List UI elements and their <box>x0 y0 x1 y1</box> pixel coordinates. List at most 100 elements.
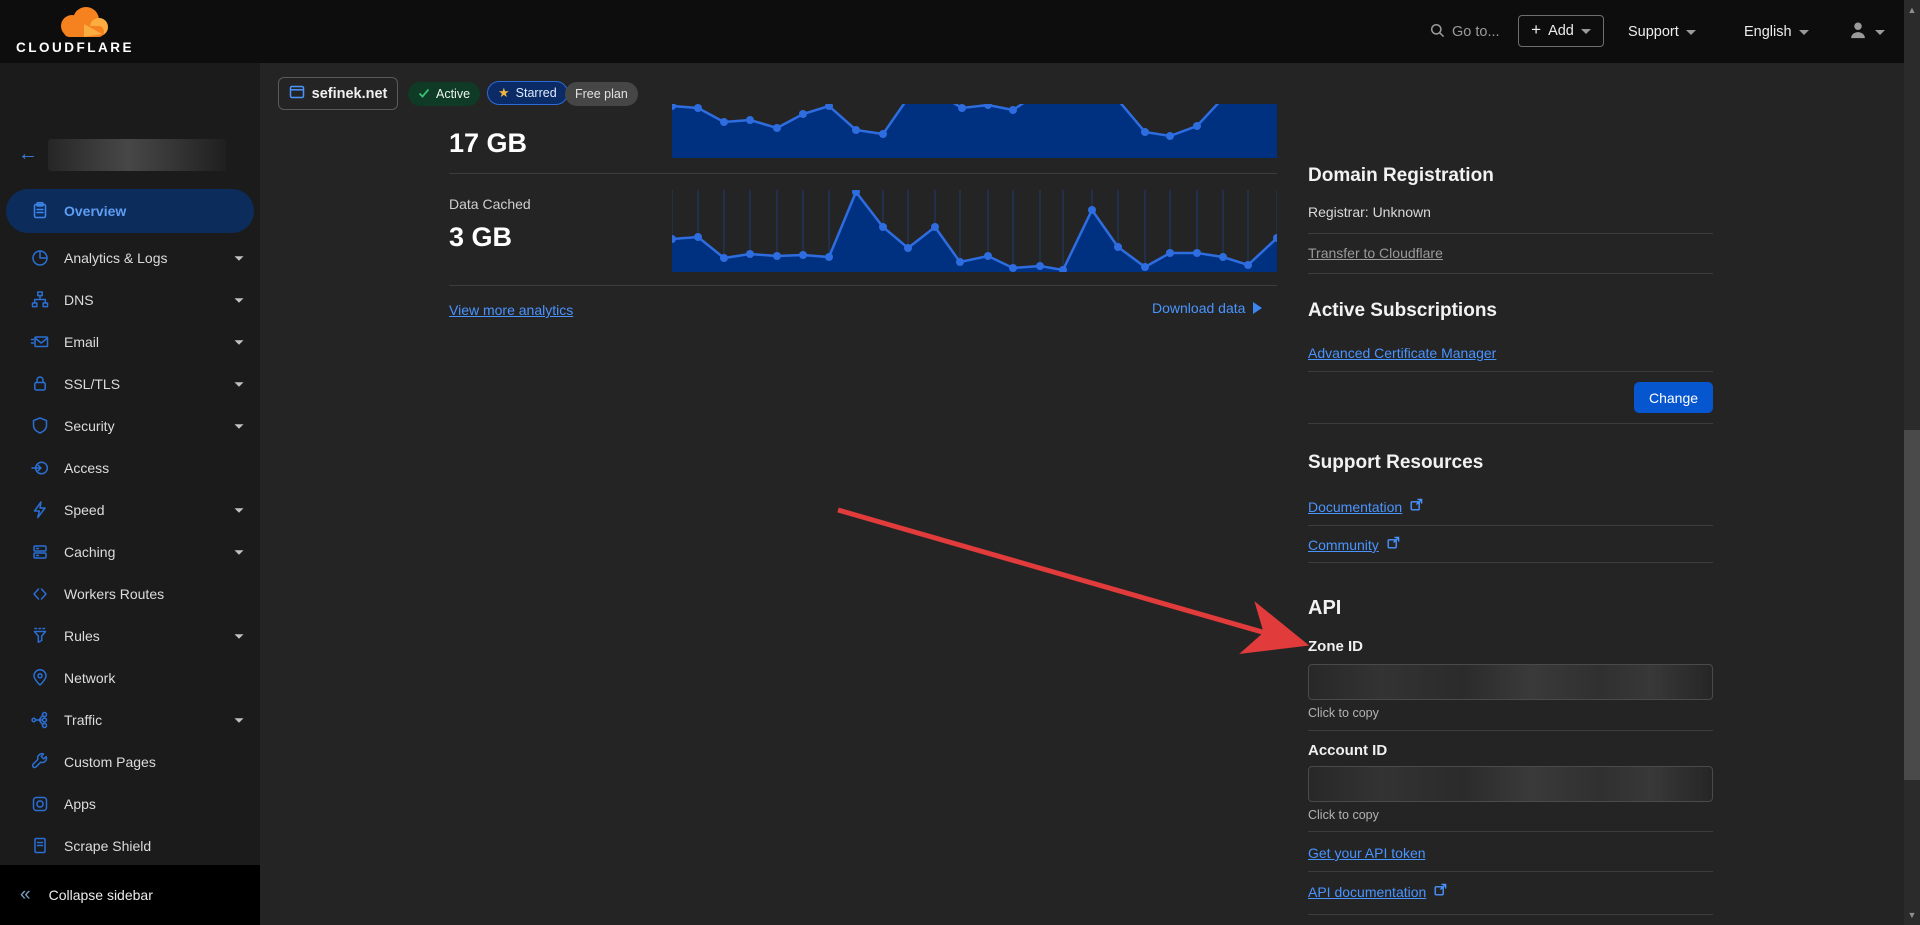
support-menu[interactable]: Support <box>1628 16 1696 48</box>
sidebar-item-dns[interactable]: DNS <box>0 279 260 321</box>
advanced-certificate-manager-link[interactable]: Advanced Certificate Manager <box>1308 345 1496 361</box>
scrollbar-thumb[interactable] <box>1904 430 1920 780</box>
change-button[interactable]: Change <box>1634 382 1713 413</box>
add-label: Add <box>1548 23 1574 39</box>
starred-badge[interactable]: ★ Starred <box>487 81 568 105</box>
sidebar-item-analytics-logs[interactable]: Analytics & Logs <box>0 237 260 279</box>
cloudflare-dashboard: CLOUDFLARE Go to... + Add Support Englis… <box>0 0 1920 925</box>
documentation-link[interactable]: Documentation <box>1308 498 1423 516</box>
domain-name: sefinek.net <box>312 86 388 102</box>
scrollbar-down-arrow[interactable]: ▼ <box>1906 910 1918 920</box>
view-more-analytics-link[interactable]: View more analytics <box>449 302 573 318</box>
external-link-icon <box>1387 536 1400 554</box>
scrape-shield-icon <box>30 836 50 856</box>
collapse-sidebar-button[interactable]: « Collapse sidebar <box>0 865 260 925</box>
analytics-icon <box>30 248 50 268</box>
sidebar-item-label: Overview <box>64 203 126 219</box>
data-cached-area-chart <box>672 190 1277 272</box>
domain-registration-heading: Domain Registration <box>1308 165 1494 187</box>
sidebar-item-email[interactable]: Email <box>0 321 260 363</box>
plan-badge: Free plan <box>565 82 638 106</box>
divider <box>449 173 1277 174</box>
brand-text: CLOUDFLARE <box>16 40 134 55</box>
email-icon <box>30 332 50 352</box>
support-resources-heading: Support Resources <box>1308 452 1483 474</box>
sidebar-item-workers-routes[interactable]: Workers Routes <box>0 573 260 615</box>
sidebar-item-custom-pages[interactable]: Custom Pages <box>0 741 260 783</box>
network-icon <box>30 668 50 688</box>
divider <box>1308 233 1713 234</box>
download-data-link[interactable]: Download data <box>1152 300 1262 316</box>
chevron-down-icon <box>235 382 244 387</box>
security-icon <box>30 416 50 436</box>
chevron-down-icon <box>235 508 244 513</box>
sidebar-menu: Overview Analytics & LogsDNS Email SSL/TLS S… <box>0 189 260 865</box>
sidebar-item-speed[interactable]: Speed <box>0 489 260 531</box>
traffic-icon <box>30 710 50 730</box>
add-button[interactable]: + Add <box>1518 15 1604 47</box>
get-api-token-link[interactable]: Get your API token <box>1308 845 1426 861</box>
sidebar-item-apps[interactable]: Apps <box>0 783 260 825</box>
ssl-icon <box>30 374 50 394</box>
sidebar-item-overview[interactable]: Overview <box>6 189 254 233</box>
divider <box>1308 273 1713 274</box>
transfer-to-cloudflare-link[interactable]: Transfer to Cloudflare <box>1308 245 1443 261</box>
chevron-down-icon <box>1875 30 1885 35</box>
check-icon <box>418 87 430 102</box>
go-to-search[interactable]: Go to... <box>1430 16 1500 48</box>
account-id-label: Account ID <box>1308 742 1387 759</box>
back-arrow-icon[interactable]: ← <box>18 145 42 163</box>
api-heading: API <box>1308 597 1341 620</box>
speed-icon <box>30 500 50 520</box>
sidebar-item-access[interactable]: Access <box>0 447 260 489</box>
chevron-down-icon <box>1799 30 1809 35</box>
user-menu[interactable] <box>1848 16 1885 48</box>
sidebar-item-label: Security <box>64 418 115 434</box>
sidebar-item-traffic[interactable]: Traffic <box>0 699 260 741</box>
chevron-down-icon <box>235 424 244 429</box>
sidebar-item-label: Scrape Shield <box>64 838 151 854</box>
custom-pages-icon <box>30 752 50 772</box>
zone-id-label: Zone ID <box>1308 638 1363 655</box>
chevron-down-icon <box>235 718 244 723</box>
language-menu[interactable]: English <box>1744 16 1809 48</box>
sidebar-item-label: Email <box>64 334 99 350</box>
user-avatar-icon <box>1848 20 1868 44</box>
top-bar: CLOUDFLARE Go to... + Add Support Englis… <box>0 0 1920 63</box>
sidebar-item-ssl-tls[interactable]: SSL/TLS <box>0 363 260 405</box>
sidebar-item-label: SSL/TLS <box>64 376 120 392</box>
domain-chip[interactable]: sefinek.net <box>278 77 398 110</box>
sidebar-item-scrape-shield[interactable]: Scrape Shield <box>0 825 260 865</box>
chevron-down-icon <box>235 634 244 639</box>
go-to-label: Go to... <box>1452 24 1500 40</box>
sidebar-item-label: Traffic <box>64 712 102 728</box>
divider <box>1308 871 1713 872</box>
sidebar: ← Overview Analytics & LogsDNS Email SSL/TL… <box>0 63 260 865</box>
divider <box>1308 730 1713 731</box>
sidebar-item-network[interactable]: Network <box>0 657 260 699</box>
sidebar-item-caching[interactable]: Caching <box>0 531 260 573</box>
browser-window-icon <box>289 84 305 104</box>
chevron-down-icon <box>235 340 244 345</box>
external-link-icon <box>1410 498 1423 516</box>
divider <box>1308 831 1713 832</box>
sidebar-item-rules[interactable]: Rules <box>0 615 260 657</box>
sidebar-item-label: Rules <box>64 628 100 644</box>
metric-label-data-cached: Data Cached <box>449 196 531 212</box>
caching-icon <box>30 542 50 562</box>
divider <box>449 285 1277 286</box>
chevron-down-icon <box>235 550 244 555</box>
account-id-click-to-copy: Click to copy <box>1308 808 1379 822</box>
zone-id-value-redacted[interactable] <box>1308 664 1713 700</box>
account-id-value-redacted[interactable] <box>1308 766 1713 802</box>
chevron-down-icon <box>235 298 244 303</box>
apps-icon <box>30 794 50 814</box>
community-link[interactable]: Community <box>1308 536 1400 554</box>
cloudflare-logo[interactable]: CLOUDFLARE <box>14 4 132 60</box>
scrollbar-up-arrow[interactable]: ▲ <box>1906 5 1918 15</box>
sidebar-item-security[interactable]: Security <box>0 405 260 447</box>
registrar-text: Registrar: Unknown <box>1308 204 1431 220</box>
rules-icon <box>30 626 50 646</box>
api-documentation-link[interactable]: API documentation <box>1308 883 1447 901</box>
account-name-redacted[interactable] <box>48 139 226 171</box>
